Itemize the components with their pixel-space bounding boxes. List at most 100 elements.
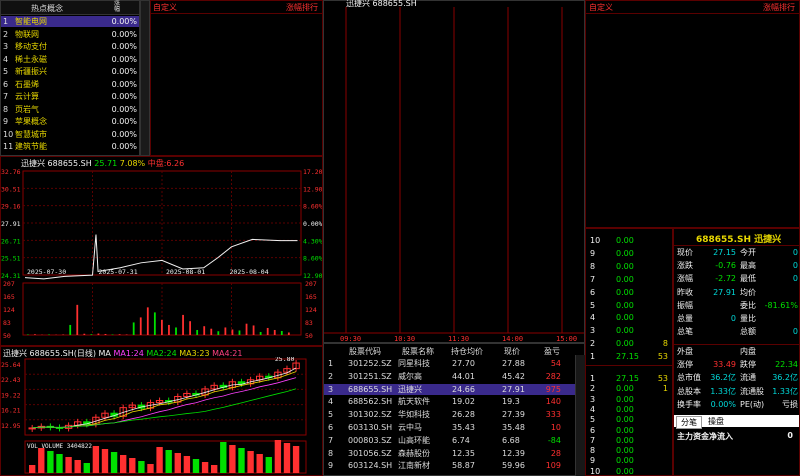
concept-item[interactable]: 6 石墨烯 0.00% xyxy=(1,79,139,90)
quote-mid-divider xyxy=(674,344,799,345)
concept-item[interactable]: 10 智慧城市 0.00% xyxy=(1,129,139,140)
concept-item[interactable]: 1 智能电网 0.00% xyxy=(1,16,139,27)
mini-date-label: 2025-07-31 xyxy=(99,268,138,276)
ask-level[interactable]: 1 27.15 53 xyxy=(586,351,672,362)
position-code: 688562.SH xyxy=(348,397,393,407)
mini-left-tick: 27.91 xyxy=(1,220,21,228)
ask-level[interactable]: 8 0.00 xyxy=(586,261,672,272)
quote-row: 总笔 总额 0 xyxy=(674,326,799,337)
ask-level[interactable]: 2 0.00 8 xyxy=(586,338,672,349)
kline-volume-bar xyxy=(238,448,245,473)
position-code: 301251.SZ xyxy=(348,371,392,381)
custom-panel-left-rank-tab[interactable]: 涨幅排行 xyxy=(286,2,318,13)
position-row[interactable]: 3 688655.SH 迅捷兴 24.66 27.91 975 xyxy=(324,383,576,395)
concept-item[interactable]: 7 云计算 0.00% xyxy=(1,91,139,102)
position-row[interactable]: 8 301056.SZ 森赫股份 12.35 12.39 28 xyxy=(324,448,576,459)
mini-volume-bar xyxy=(196,329,199,335)
mini-volume-bar xyxy=(245,323,248,335)
position-index: 2 xyxy=(328,371,334,381)
tab-trading[interactable]: 操盘 xyxy=(704,416,728,427)
col-code[interactable]: 股票代码 xyxy=(349,346,381,357)
mini-left-tick: 24.31 xyxy=(1,272,21,280)
position-index: 4 xyxy=(328,397,334,407)
ask-level[interactable]: 5 0.00 xyxy=(586,300,672,311)
kline-volume-bar xyxy=(92,446,100,473)
concept-item[interactable]: 8 页岩气 0.00% xyxy=(1,104,139,115)
quote-value: 0 xyxy=(792,261,798,271)
position-row[interactable]: 4 688562.SH 航天软件 19.02 19.3 140 xyxy=(324,396,576,407)
capital-flow-value: 0 xyxy=(787,431,793,440)
col-current[interactable]: 现价 xyxy=(504,346,520,357)
position-current: 27.39 xyxy=(502,410,525,420)
position-table-scrollbar[interactable] xyxy=(575,355,585,476)
position-avg-cost: 19.02 xyxy=(452,397,475,407)
mini-vol-tick-right: 50 xyxy=(305,332,313,340)
mini-volume-bar xyxy=(153,312,156,335)
position-row[interactable]: 6 603130.SH 云中马 35.43 35.48 10 xyxy=(324,422,576,433)
concept-item[interactable]: 2 物联网 0.00% xyxy=(1,29,139,40)
kline-volume-bar xyxy=(138,461,145,473)
bid-level[interactable]: 10 0.00 xyxy=(586,466,672,476)
position-row[interactable]: 2 301251.SZ 威尔高 44.01 45.42 282 xyxy=(324,371,576,382)
mini-left-tick: 25.51 xyxy=(1,255,21,263)
concept-item[interactable]: 4 稀土永磁 0.00% xyxy=(1,54,139,65)
custom-panel-left-title[interactable]: 自定义 xyxy=(153,2,177,13)
concepts-header-pct[interactable]: 涨幅 xyxy=(114,1,122,13)
custom-panel-right-rank-tab[interactable]: 涨幅排行 xyxy=(763,2,795,13)
ask-level[interactable]: 7 0.00 xyxy=(586,274,672,285)
level-price: 0.00 xyxy=(616,261,634,271)
quote-value: 33.49 xyxy=(713,360,736,370)
concept-item[interactable]: 5 新疆振兴 0.00% xyxy=(1,66,139,77)
ask-level[interactable]: 10 0.00 xyxy=(586,235,672,246)
position-current: 27.88 xyxy=(502,359,525,368)
kline-volume-bar xyxy=(74,460,81,473)
mini-vol-tick-right: 124 xyxy=(305,306,317,314)
quote-label: 跌停 xyxy=(740,360,756,370)
position-current: 19.3 xyxy=(502,397,520,407)
kline-volume-bar xyxy=(56,454,63,473)
mini-volume-bar xyxy=(161,319,163,335)
mini-vol-tick-left: 50 xyxy=(3,332,11,340)
center-time-label: 11:30 xyxy=(448,335,469,342)
quote-label: 最低 xyxy=(740,274,756,284)
quote-label: 总额 xyxy=(740,327,756,337)
position-name: 威尔高 xyxy=(398,371,422,381)
position-name: 航天软件 xyxy=(398,397,430,407)
kline-volume-label: VOL VOLUME 3404822 xyxy=(27,443,92,450)
quote-value: 36.2亿 xyxy=(710,373,736,383)
quote-rows-2: 外盘 内盘 涨停 33.49 跌停 22.34 总市值 36.2亿 流通 36.2亿 总股本 1.33… xyxy=(674,346,799,414)
quote-value: 22.34 xyxy=(775,360,798,370)
level-price: 0.00 xyxy=(616,326,634,336)
position-name: 森赫股份 xyxy=(398,448,430,458)
concept-name: 智能电网 xyxy=(15,17,47,26)
ask-level[interactable]: 3 0.00 xyxy=(586,325,672,336)
concept-item[interactable]: 9 苹果概念 0.00% xyxy=(1,116,139,127)
mini-volume-bar xyxy=(132,322,135,335)
concept-item[interactable]: 11 建筑节能 0.00% xyxy=(1,141,139,152)
position-avg-cost: 26.28 xyxy=(452,410,475,420)
position-row[interactable]: 5 301302.SZ 华如科技 26.28 27.39 333 xyxy=(324,409,576,420)
position-row[interactable]: 1 301252.SZ 同星科技 27.70 27.88 54 xyxy=(324,358,576,369)
mini-date-label: 2025-08-01 xyxy=(166,268,205,276)
kline-volume-bar xyxy=(174,453,181,473)
center-chart-svg: 09:30 10:30 11:30 14:00 15:00 xyxy=(324,7,584,342)
tab-tick-detail[interactable]: 分笔 xyxy=(676,416,702,429)
mini-volume-bar xyxy=(217,331,220,335)
position-row[interactable]: 9 603124.SH 江南新材 58.87 59.96 109 xyxy=(324,460,576,471)
quote-value: 0.00% xyxy=(710,399,736,409)
mini-vol-tick-right: 165 xyxy=(305,293,317,301)
level-price: 0.00 xyxy=(616,466,634,476)
col-name[interactable]: 股票名称 xyxy=(402,346,434,357)
position-row[interactable]: 7 000803.SZ 山高环能 6.74 6.68 -84 xyxy=(324,435,576,446)
ask-level[interactable]: 4 0.00 xyxy=(586,312,672,323)
ask-level[interactable]: 6 0.00 xyxy=(586,287,672,298)
center-time-label: 14:00 xyxy=(502,335,523,342)
quote-label: 流通 xyxy=(740,373,756,383)
ask-level[interactable]: 9 0.00 xyxy=(586,248,672,259)
concepts-scrollbar[interactable] xyxy=(140,0,150,156)
concept-item[interactable]: 3 移动支付 0.00% xyxy=(1,41,139,52)
col-avg-cost[interactable]: 持仓均价 xyxy=(451,346,483,357)
col-pl[interactable]: 盈亏 xyxy=(544,346,560,357)
custom-panel-right-title[interactable]: 自定义 xyxy=(589,2,613,13)
concepts-header-name[interactable]: 热点概念 xyxy=(31,3,63,14)
